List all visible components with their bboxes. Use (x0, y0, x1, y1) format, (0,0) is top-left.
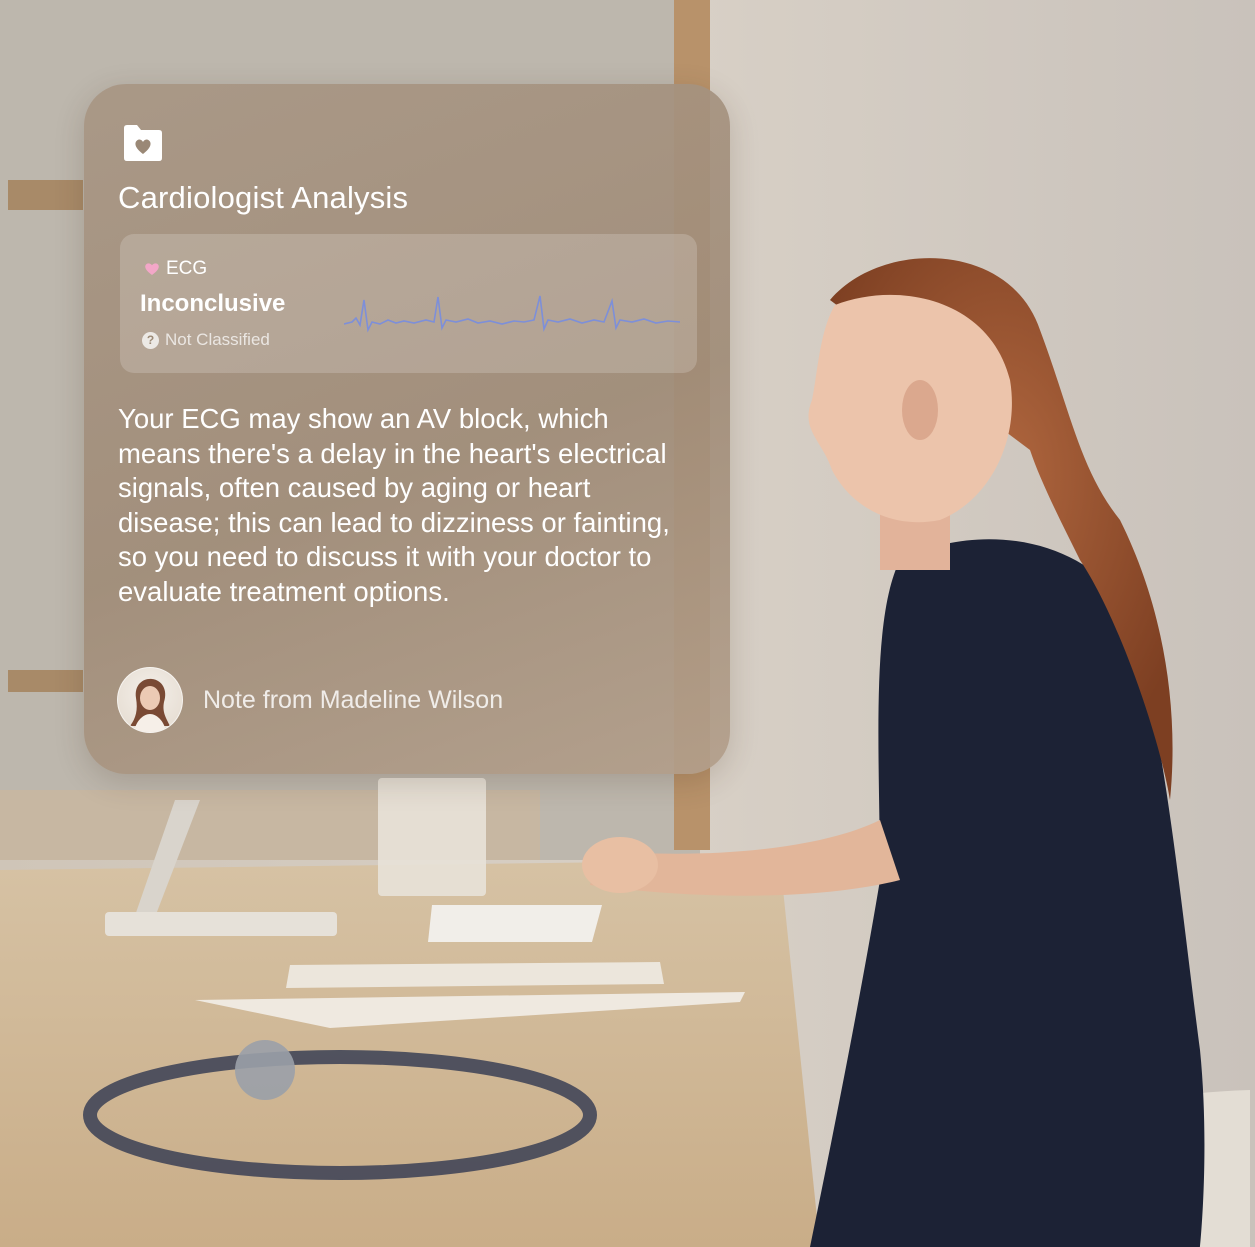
ecg-tag: ECG (144, 258, 207, 280)
heart-folder-icon (124, 125, 162, 161)
ecg-classification: ? Not Classified (142, 330, 270, 350)
ecg-result-panel[interactable]: ECG Inconclusive ? Not Classified (120, 234, 697, 373)
note-author-label: Note from Madeline Wilson (203, 685, 504, 714)
cardiologist-analysis-card: Cardiologist Analysis ECG Inconclusive ?… (84, 84, 730, 774)
avatar-portrait (130, 678, 170, 732)
ecg-tag-label: ECG (166, 258, 208, 279)
ecg-waveform (344, 295, 680, 333)
analysis-note-text: Your ECG may show an AV block, which mea… (118, 403, 670, 607)
ecg-status: Inconclusive (140, 290, 286, 317)
card-title: Cardiologist Analysis (118, 180, 409, 215)
doctor-avatar[interactable] (117, 667, 183, 733)
heart-icon (145, 263, 159, 275)
question-icon: ? (142, 331, 159, 349)
note-author[interactable]: Note from Madeline Wilson (117, 667, 503, 733)
ecg-classification-label: Not Classified (165, 330, 270, 349)
